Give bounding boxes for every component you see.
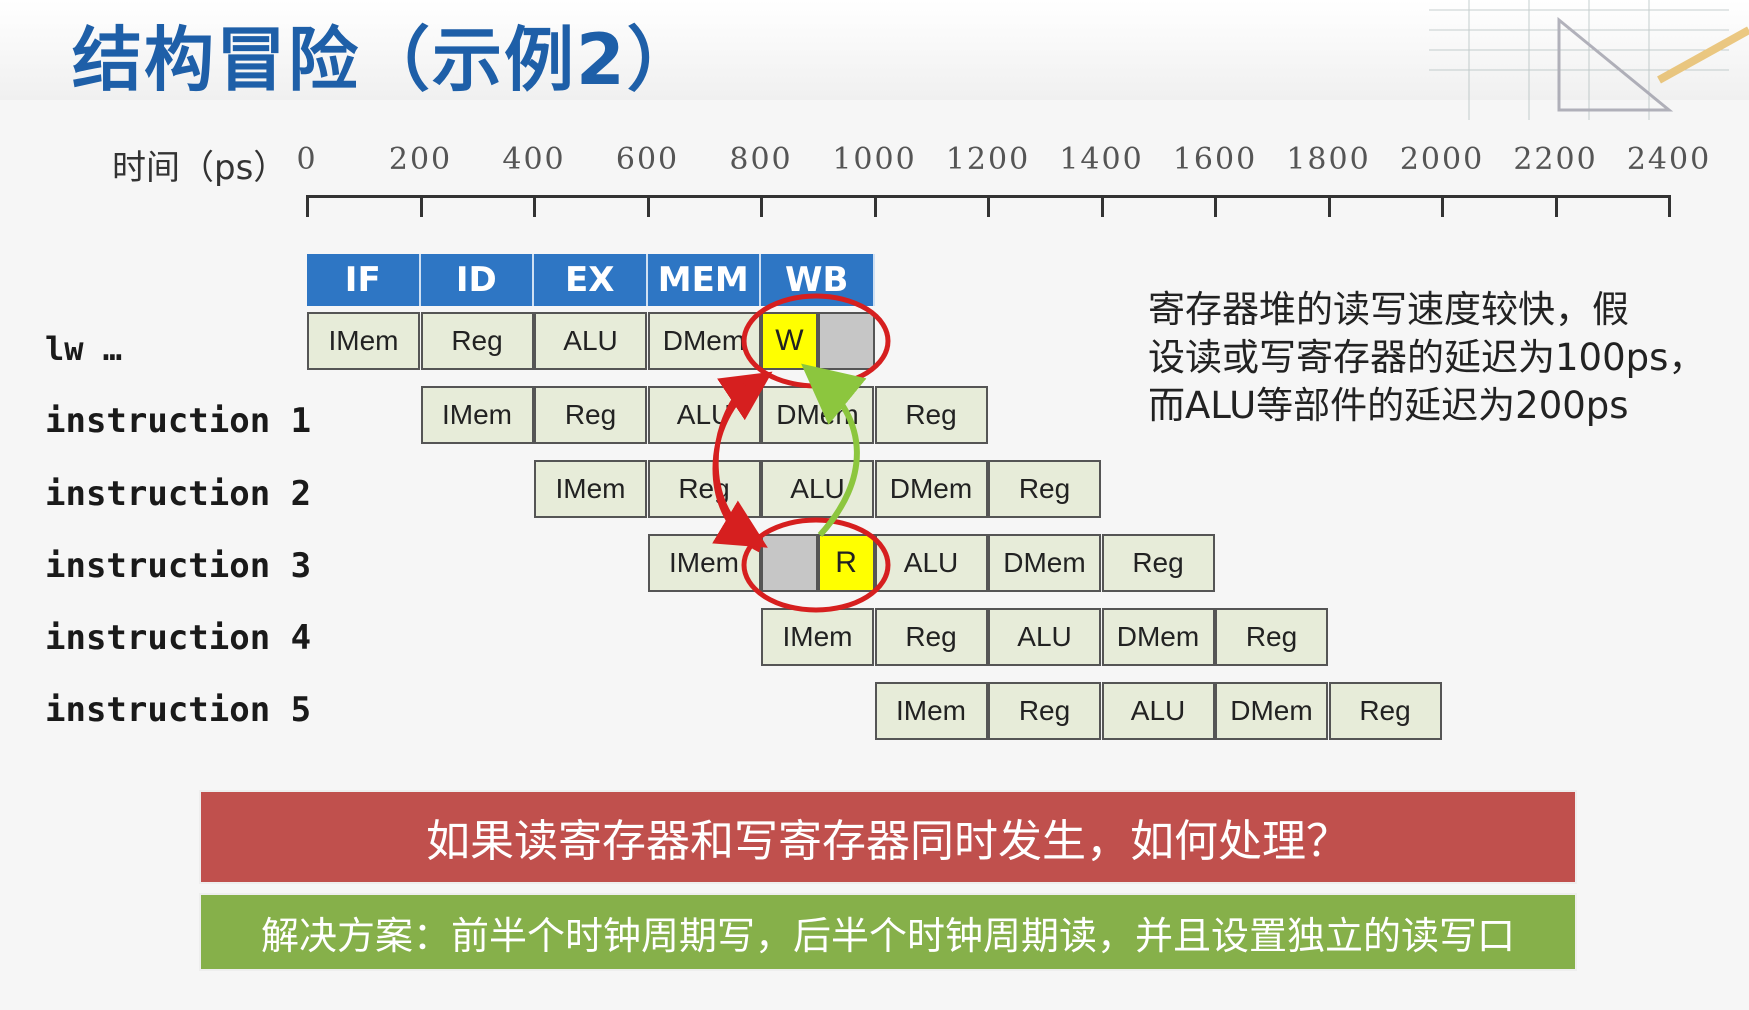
question-banner: 如果读寄存器和写寄存器同时发生，如何处理？ — [199, 790, 1577, 884]
read-highlight-circle — [741, 517, 891, 613]
green-forward-arrow — [801, 363, 867, 538]
latency-note: 寄存器堆的读写速度较快，假 设读或写寄存器的延迟为100ps， 而ALU等部件的… — [1148, 286, 1748, 430]
red-double-arrow-down — [712, 383, 768, 548]
note-line-2: 设读或写寄存器的延迟为100ps， — [1148, 336, 1706, 379]
note-line-1: 寄存器堆的读写速度较快，假 — [1148, 288, 1629, 331]
write-highlight-circle — [741, 293, 891, 389]
note-line-3: 而ALU等部件的延迟为200ps — [1148, 384, 1629, 427]
solution-banner: 解决方案：前半个时钟周期写，后半个时钟周期读，并且设置独立的读写口 — [199, 893, 1577, 971]
